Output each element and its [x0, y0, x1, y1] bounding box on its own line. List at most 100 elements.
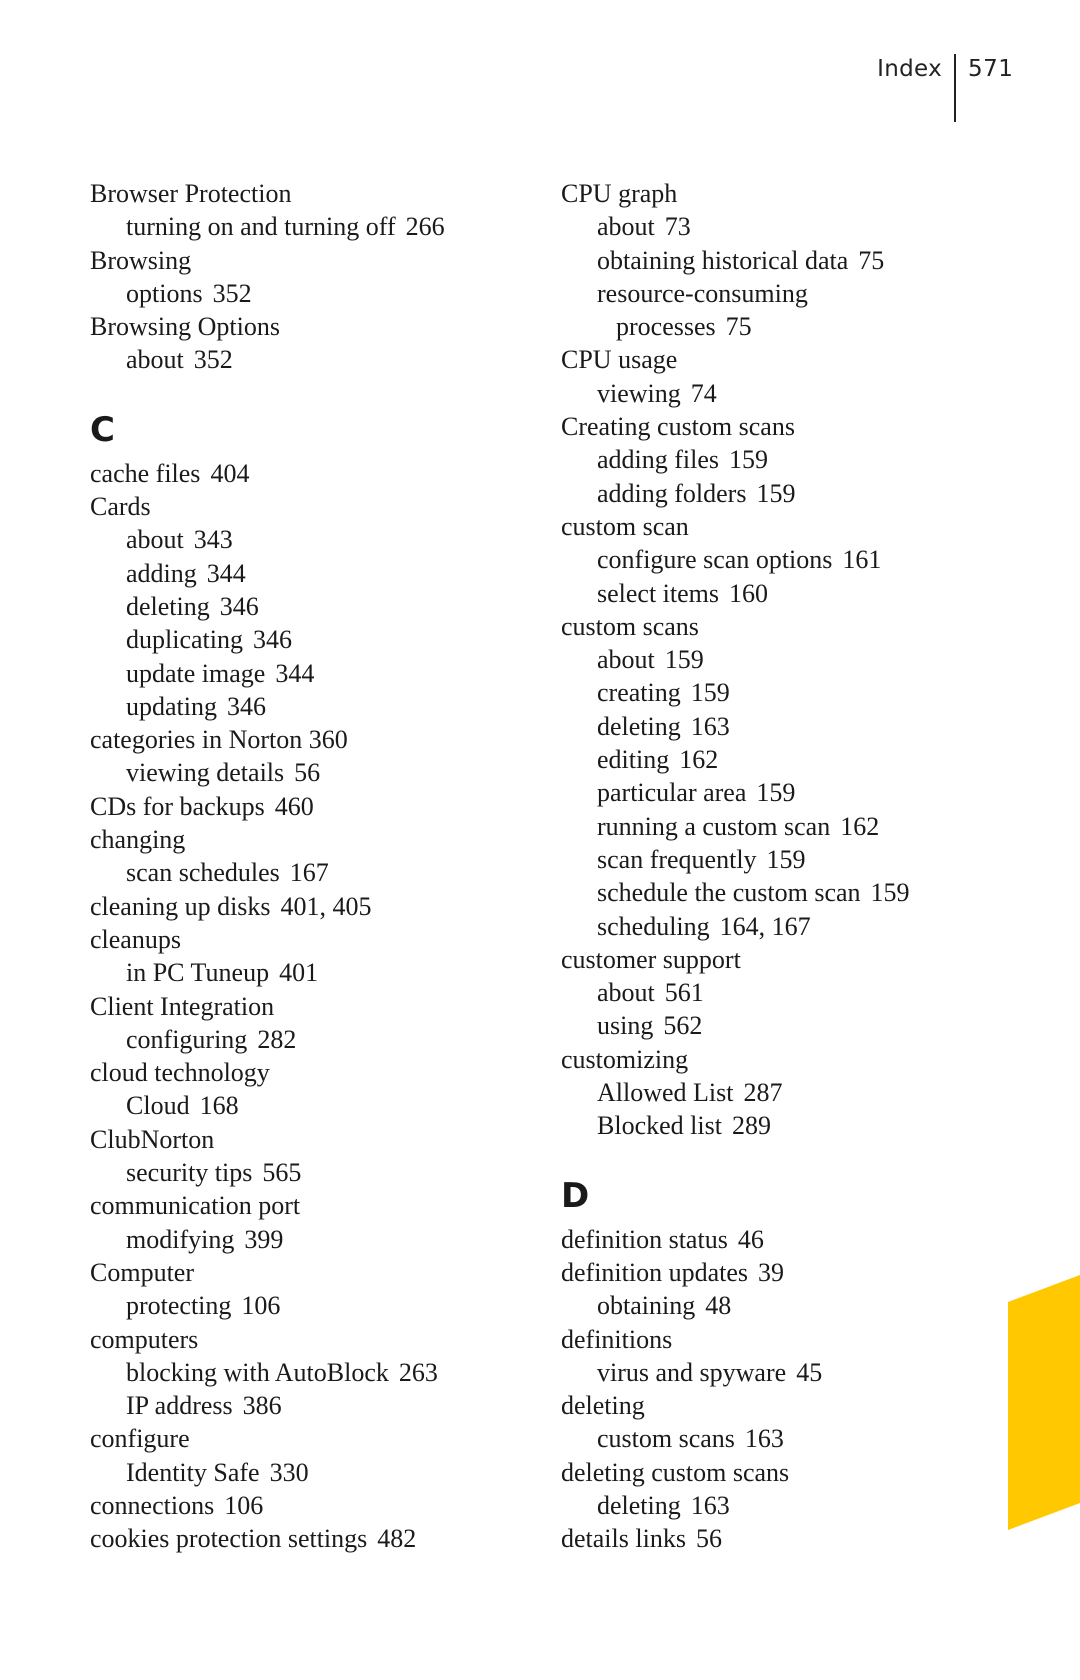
entry-term: about	[597, 645, 655, 675]
letter-heading-text: D	[561, 1175, 590, 1216]
entry-page-ref[interactable]: 163	[745, 1424, 784, 1453]
entry-term: custom scans	[561, 611, 699, 641]
index-subentry: options 352	[90, 277, 530, 310]
entry-page-ref[interactable]: 159	[871, 878, 910, 907]
entry-page-ref[interactable]: 48	[705, 1291, 731, 1320]
index-subentry: configure scan options 161	[561, 543, 1001, 576]
entry-term: definitions	[561, 1324, 673, 1354]
entry-page-ref[interactable]: 263	[399, 1358, 438, 1387]
entry-page-ref[interactable]: 399	[244, 1225, 283, 1254]
entry-page-ref[interactable]: 352	[213, 279, 252, 308]
entry-page-ref[interactable]: 163	[691, 712, 730, 741]
index-entry: customizing	[561, 1043, 1001, 1076]
index-subentry: update image 344	[90, 657, 530, 690]
entry-page-ref[interactable]: 401	[279, 958, 318, 987]
index-subentry: using 562	[561, 1009, 1001, 1042]
entry-term: turning on and turning off	[126, 212, 396, 242]
entry-page-ref[interactable]: 39	[758, 1258, 784, 1287]
entry-page-ref[interactable]: 386	[243, 1391, 282, 1420]
entry-term: about	[126, 345, 184, 375]
entry-term: connections	[90, 1490, 215, 1520]
entry-page-ref[interactable]: 346	[227, 692, 266, 721]
index-subentry: resource-consuming	[561, 277, 1001, 310]
entry-term: scheduling	[597, 911, 710, 941]
entry-page-ref[interactable]: 162	[840, 812, 879, 841]
entry-page-ref[interactable]: 75	[726, 312, 752, 341]
entry-page-ref[interactable]: 460	[275, 792, 314, 821]
entry-term: viewing	[597, 378, 681, 408]
entry-term: creating	[597, 678, 681, 708]
entry-page-ref[interactable]: 352	[194, 345, 233, 374]
entry-term: schedule the custom scan	[597, 878, 861, 908]
entry-term: adding files	[597, 445, 720, 475]
entry-page-ref[interactable]: 45	[796, 1358, 822, 1387]
entry-term: cache files	[90, 458, 201, 488]
entry-page-ref[interactable]: 343	[194, 525, 233, 554]
entry-term: particular area	[597, 778, 747, 808]
entry-page-ref[interactable]: 482	[377, 1524, 416, 1553]
entry-page-ref[interactable]: 344	[275, 659, 314, 688]
entry-page-ref[interactable]: 56	[294, 758, 320, 787]
entry-term: deleting	[126, 591, 210, 621]
entry-page-ref[interactable]: 561	[665, 978, 704, 1007]
entry-page-ref[interactable]: 282	[257, 1025, 296, 1054]
entry-page-ref[interactable]: 159	[691, 678, 730, 707]
entry-page-ref[interactable]: 344	[207, 559, 246, 588]
entry-page-ref[interactable]: 162	[679, 745, 718, 774]
index-subentry: about 159	[561, 643, 1001, 676]
entry-page-ref[interactable]: 346	[253, 625, 292, 654]
entry-term: using	[597, 1011, 654, 1041]
entry-page-ref[interactable]: 404	[210, 459, 249, 488]
entry-page-ref[interactable]: 159	[767, 845, 806, 874]
index-subentry: deleting 163	[561, 710, 1001, 743]
entry-page-ref[interactable]: 73	[665, 212, 691, 241]
index-subentry: adding folders 159	[561, 477, 1001, 510]
entry-term: about	[597, 978, 655, 1008]
entry-page-ref[interactable]: 565	[262, 1158, 301, 1187]
entry-page-ref[interactable]: 106	[241, 1291, 280, 1320]
index-subentry: Identity Safe 330	[90, 1456, 530, 1489]
entry-page-ref[interactable]: 106	[224, 1491, 263, 1520]
entry-page-ref[interactable]: 287	[744, 1078, 783, 1107]
index-subentry: about 73	[561, 210, 1001, 243]
entry-page-ref[interactable]: 161	[842, 545, 881, 574]
index-subentry: select items 160	[561, 577, 1001, 610]
entry-term: Allowed List	[597, 1078, 734, 1108]
entry-page-ref[interactable]: 159	[665, 645, 704, 674]
entry-page-ref[interactable]: 266	[406, 212, 445, 241]
running-header: Index 571	[0, 54, 1080, 124]
entry-page-ref[interactable]: 168	[200, 1091, 239, 1120]
index-entry: cleaning up disks 401, 405	[90, 890, 530, 923]
entry-page-ref[interactable]: 330	[270, 1458, 309, 1487]
entry-page-ref[interactable]: 562	[663, 1011, 702, 1040]
index-subentry: adding 344	[90, 557, 530, 590]
entry-page-ref[interactable]: 167	[290, 858, 329, 887]
entry-page-ref[interactable]: 159	[729, 445, 768, 474]
index-entry: Computer	[90, 1256, 530, 1289]
entry-page-ref[interactable]: 346	[220, 592, 259, 621]
index-entry: categories in Norton 360	[90, 723, 530, 756]
index-entry: connections 106	[90, 1489, 530, 1522]
entry-term: changing	[90, 825, 186, 855]
entry-term: Browsing	[90, 245, 192, 275]
index-entry: Client Integration	[90, 990, 530, 1023]
entry-page-ref[interactable]: 164, 167	[720, 912, 811, 941]
index-entry: Browsing	[90, 244, 530, 277]
entry-page-ref[interactable]: 160	[729, 579, 768, 608]
entry-page-ref[interactable]: 56	[696, 1524, 722, 1553]
entry-page-ref[interactable]: 163	[691, 1491, 730, 1520]
index-entry: cleanups	[90, 923, 530, 956]
entry-page-ref[interactable]: 159	[756, 479, 795, 508]
entry-term: Identity Safe	[126, 1457, 260, 1487]
index-entry: CPU usage	[561, 343, 1001, 376]
entry-page-ref[interactable]: 75	[858, 246, 884, 275]
index-subentry: updating 346	[90, 690, 530, 723]
index-entry: custom scans	[561, 610, 1001, 643]
entry-term: definition updates	[561, 1257, 749, 1287]
entry-page-ref[interactable]: 74	[691, 379, 717, 408]
entry-term: CDs for backups	[90, 791, 265, 821]
entry-page-ref[interactable]: 289	[732, 1111, 771, 1140]
entry-page-ref[interactable]: 159	[756, 778, 795, 807]
entry-page-ref[interactable]: 46	[738, 1225, 764, 1254]
entry-page-ref[interactable]: 401, 405	[281, 892, 372, 921]
